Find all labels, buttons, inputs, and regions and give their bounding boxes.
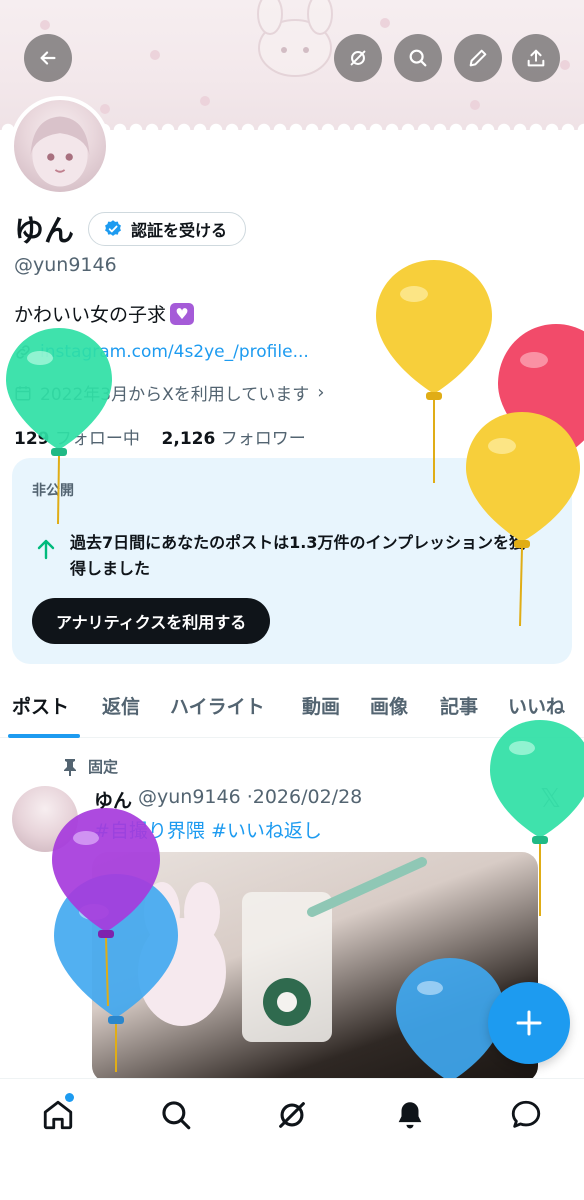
profile-name: ゆん [14,214,74,249]
chat-bubble-icon [511,1100,541,1128]
followers-count: 2,126 [161,429,216,449]
active-tab-indicator [8,734,80,738]
arrow-up-icon [37,539,55,560]
share-icon [527,49,545,67]
chevron-right-icon: › [317,382,325,403]
get-verified-button[interactable]: 認証を受ける [88,212,247,246]
nav-messages[interactable] [506,1095,546,1135]
banner-dot [100,104,110,114]
pinned-indicator: 固定 [62,756,118,777]
banner-dot [470,100,480,110]
back-button[interactable] [24,34,72,82]
purple-heart-emoji-icon: ♥ [170,302,195,325]
analytics-button[interactable]: アナリティクスを利用する [32,598,271,644]
bell-icon [398,1102,422,1129]
share-button[interactable] [512,34,560,82]
tab-posts[interactable]: ポスト [12,692,69,719]
plus-icon [516,1010,542,1036]
pencil-icon [469,49,487,67]
banner-dot [200,96,210,106]
nav-notifications[interactable] [390,1095,430,1135]
pin-icon [64,758,76,776]
get-verified-label: 認証を受ける [131,221,228,240]
grok-icon [350,50,366,66]
banner-mascot-illustration [257,0,333,77]
verified-badge-icon [105,220,121,236]
banner-dot [150,50,160,60]
tab-replies[interactable]: 返信 [102,692,140,719]
yellow-balloon [466,412,580,627]
post-date[interactable]: ·2026/02/28 [247,786,363,813]
tab-articles[interactable]: 記事 [440,692,478,719]
green-balloon [490,720,584,916]
edit-button[interactable] [454,34,502,82]
banner-dot [380,18,390,28]
tab-likes[interactable]: いいね [508,692,565,719]
tab-images[interactable]: 画像 [370,692,408,719]
home-icon [43,1100,73,1130]
nav-home[interactable] [38,1093,78,1135]
profile-bio: かわいい女の子求 ♥ [14,300,195,327]
followers-link[interactable]: 2,126 フォロワー [162,429,306,449]
pinned-label: 固定 [88,758,119,776]
bottom-navigation [0,1078,584,1200]
purple-balloon [52,808,160,1006]
home-notification-dot [65,1093,74,1102]
profile-avatar[interactable] [10,96,110,196]
banner-dot [40,20,50,30]
tab-highlights[interactable]: ハイライト [170,692,265,719]
followers-label: フォロワー [220,429,306,449]
search-icon [409,49,427,67]
tab-videos[interactable]: 動画 [302,692,340,719]
nav-grok[interactable] [272,1095,312,1135]
avatar-illustration [30,116,90,187]
grok-button[interactable] [334,34,382,82]
banner-dot [560,60,570,70]
grok-icon [279,1102,305,1128]
arrow-left-icon [40,51,56,65]
profile-handle: @yun9146 [14,254,117,276]
compose-post-button[interactable] [488,982,570,1064]
bio-text: かわいい女の子求 [14,304,167,326]
search-icon [162,1101,191,1130]
green-balloon [6,328,112,525]
search-button[interactable] [394,34,442,82]
nav-search[interactable] [156,1095,196,1135]
